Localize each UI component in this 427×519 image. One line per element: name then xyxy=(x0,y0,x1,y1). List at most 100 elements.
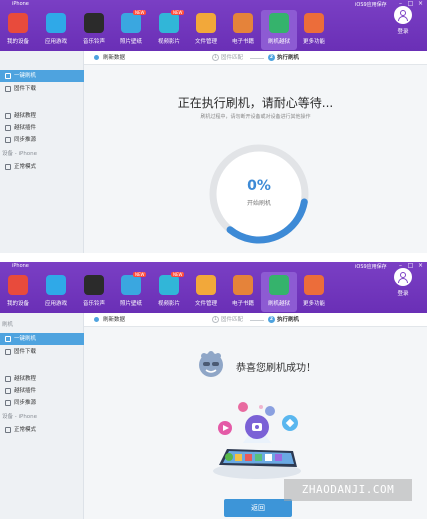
step-label: 固件匹配 xyxy=(221,55,244,61)
close-icon[interactable]: × xyxy=(416,262,425,270)
sidebar-item-jb-plugins[interactable]: 越狱插件 xyxy=(0,385,84,397)
nav-more[interactable]: 更多功能 xyxy=(296,10,332,50)
top-toolbar: iPhone iOS9应用保存 – □ × 我的设备 应用游戏 音乐铃声 NEW… xyxy=(0,0,427,51)
step-label: 固件匹配 xyxy=(221,317,244,323)
step-number: 1 xyxy=(212,316,219,323)
nav-label: 照片壁纸 xyxy=(119,39,142,45)
step-number: 1 xyxy=(212,54,219,61)
plugin-icon xyxy=(5,388,11,394)
refresh-icon xyxy=(269,13,289,33)
photo-icon xyxy=(121,275,141,295)
sidebar-item-jb-plugins[interactable]: 越狱插件 xyxy=(0,122,84,134)
sidebar-item-label: 同步推源 xyxy=(14,137,37,143)
sidebar-item-jb-tutorial[interactable]: 越狱教程 xyxy=(0,373,84,385)
music-icon xyxy=(84,275,104,295)
nav-music[interactable]: 音乐铃声 xyxy=(76,272,112,312)
login-button[interactable]: 登录 xyxy=(392,6,414,46)
top-toolbar: iPhone iOS9应用保存 – □ × 我的设备 应用游戏 音乐铃声 NEW… xyxy=(0,262,427,313)
sidebar-section-device: 设备 - iPhone xyxy=(2,414,38,420)
nav-label: 电子书籍 xyxy=(231,39,254,45)
login-button[interactable]: 登录 xyxy=(392,268,414,308)
sidebar-item-label: 一键刷机 xyxy=(14,73,37,79)
refresh-data-button[interactable]: 刷新数据 xyxy=(94,313,125,327)
nav-photos[interactable]: NEW 照片壁纸 xyxy=(113,10,149,50)
nav-flash-jailbreak[interactable]: 刷机越狱 xyxy=(261,10,297,50)
nav-apps-games[interactable]: 应用游戏 xyxy=(38,10,74,50)
sidebar-item-label: 正常模式 xyxy=(14,427,37,433)
nav-music[interactable]: 音乐铃声 xyxy=(76,10,112,50)
refresh-icon xyxy=(269,275,289,295)
sidebar-section-flash: 刷机 xyxy=(2,322,14,328)
flashing-screen: iPhone iOS9应用保存 – □ × 我的设备 应用游戏 音乐铃声 NEW… xyxy=(0,0,427,253)
step-number: 2 xyxy=(268,54,275,61)
device-icon xyxy=(8,13,28,33)
ios9-app-save-label[interactable]: iOS9应用保存 xyxy=(355,263,387,270)
flashing-subtitle: 刷机过程中，请勿断开设备或对设备进行其他操作 xyxy=(200,114,311,120)
nav-label: 文件管理 xyxy=(194,301,217,307)
device-icon xyxy=(8,275,28,295)
sidebar: 刷机 一键刷机 固件下载 越狱教程 越狱插件 同步推源 设备 - iPhone … xyxy=(0,313,84,519)
refresh-label: 刷新数据 xyxy=(103,317,126,323)
tutorial-icon xyxy=(5,376,11,382)
sidebar-item-jb-tutorial[interactable]: 越狱教程 xyxy=(0,110,84,122)
close-icon[interactable]: × xyxy=(416,0,425,8)
nav-flash-jailbreak[interactable]: 刷机越狱 xyxy=(261,272,297,312)
sidebar-item-normal-mode[interactable]: 正常模式 xyxy=(0,424,84,436)
nav-label: 音乐铃声 xyxy=(82,39,105,45)
sidebar-item-label: 一键刷机 xyxy=(14,336,37,342)
nav-label: 视频影片 xyxy=(157,39,180,45)
normal-mode-icon xyxy=(5,427,11,433)
nav-files[interactable]: 文件管理 xyxy=(188,10,224,50)
nav-my-device[interactable]: 我的设备 xyxy=(0,10,36,50)
book-icon xyxy=(233,13,253,33)
progress-label: 开始刷机 xyxy=(246,200,271,207)
new-badge: NEW xyxy=(171,272,185,277)
refresh-data-button[interactable]: 刷新数据 xyxy=(94,51,125,65)
sidebar-item-sync-source[interactable]: 同步推源 xyxy=(0,134,84,146)
step-firmware-match: 1 固件匹配 xyxy=(212,313,243,327)
main-nav: 我的设备 应用游戏 音乐铃声 NEW 照片壁纸 NEW 视频影片 文件管理 电子书籍… xyxy=(0,10,427,51)
nav-photos[interactable]: NEW 照片壁纸 xyxy=(113,272,149,312)
nav-ebooks[interactable]: 电子书籍 xyxy=(225,272,261,312)
new-badge: NEW xyxy=(133,272,147,277)
nav-more[interactable]: 更多功能 xyxy=(296,272,332,312)
nav-label: 音乐铃声 xyxy=(82,301,105,307)
sidebar-item-one-click-flash[interactable]: 一键刷机 xyxy=(0,70,84,82)
user-icon xyxy=(394,268,412,286)
sidebar-item-label: 越狱教程 xyxy=(14,113,37,119)
sync-icon xyxy=(5,137,11,143)
step-number: 2 xyxy=(268,316,275,323)
nav-my-device[interactable]: 我的设备 xyxy=(0,272,36,312)
folder-icon xyxy=(196,13,216,33)
step-label: 执行刷机 xyxy=(277,55,300,61)
grid-icon xyxy=(304,275,324,295)
steps-bar: 刷新数据 1 固件匹配 2 执行刷机 xyxy=(84,51,427,65)
video-icon xyxy=(159,275,179,295)
refresh-icon xyxy=(94,55,99,60)
flash-icon xyxy=(5,336,11,342)
nav-files[interactable]: 文件管理 xyxy=(188,272,224,312)
new-badge: NEW xyxy=(133,10,147,15)
return-button[interactable]: 返回 xyxy=(224,499,292,517)
sidebar-item-label: 越狱插件 xyxy=(14,388,37,394)
nav-ebooks[interactable]: 电子书籍 xyxy=(225,10,261,50)
sidebar-item-firmware-download[interactable]: 固件下载 xyxy=(0,83,84,95)
download-icon xyxy=(5,86,11,92)
nav-apps-games[interactable]: 应用游戏 xyxy=(38,272,74,312)
sidebar-item-one-click-flash[interactable]: 一键刷机 xyxy=(0,333,84,345)
nav-label: 应用游戏 xyxy=(44,301,67,307)
ios9-app-save-label[interactable]: iOS9应用保存 xyxy=(355,1,387,8)
book-icon xyxy=(233,275,253,295)
sidebar-item-sync-source[interactable]: 同步推源 xyxy=(0,397,84,409)
step-connector xyxy=(250,320,264,321)
app-store-icon xyxy=(46,275,66,295)
step-execute-flash: 2 执行刷机 xyxy=(268,51,299,65)
nav-videos[interactable]: NEW 视频影片 xyxy=(151,272,187,312)
sidebar-item-label: 越狱插件 xyxy=(14,125,37,131)
video-icon xyxy=(159,13,179,33)
sidebar-item-label: 越狱教程 xyxy=(14,376,37,382)
sidebar-item-firmware-download[interactable]: 固件下载 xyxy=(0,346,84,358)
new-badge: NEW xyxy=(171,10,185,15)
sidebar-item-normal-mode[interactable]: 正常模式 xyxy=(0,161,84,173)
nav-videos[interactable]: NEW 视频影片 xyxy=(151,10,187,50)
